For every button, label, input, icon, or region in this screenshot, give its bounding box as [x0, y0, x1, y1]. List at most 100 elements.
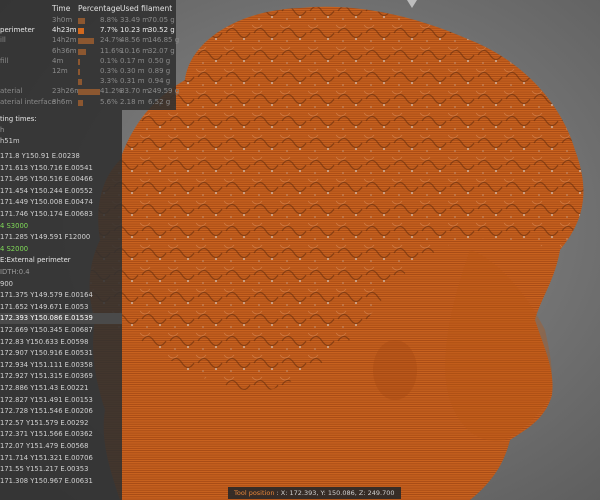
legend-row-bar: [78, 38, 94, 45]
legend-row[interactable]: ill 14h2m 24.7% 48.56 m 146.85 g: [0, 36, 180, 46]
legend-row[interactable]: 3h0m 8.8% 33.49 m 70.05 g: [0, 16, 176, 26]
legend-row[interactable]: fill 4m 0.1% 0.17 m 0.50 g: [0, 57, 176, 67]
legend-row-length: 2.18 m: [120, 97, 145, 106]
gcode-line[interactable]: 172.371 Y151.566 E.00362: [0, 429, 93, 440]
legend-row-bar: [78, 58, 81, 65]
legend-row-weight: 0.94 g: [148, 77, 171, 86]
legend-row-time: 12m: [52, 67, 68, 75]
gcode-line[interactable]: 171.375 Y149.579 E.00164: [0, 290, 93, 301]
legend-row-percentage: 0.1%: [100, 56, 118, 65]
gcode-line[interactable]: 4 S3000: [0, 221, 28, 232]
tool-position-z: Z: 249.700: [358, 489, 395, 497]
legend-row-time: 4h23m: [52, 26, 77, 35]
legend-header-percentage: Percentage: [78, 4, 121, 13]
legend-row-percentage: 7.7%: [100, 26, 118, 35]
legend-row-percentage: 8.8%: [100, 16, 118, 24]
legend-row-time: 14h2m: [52, 36, 77, 45]
legend-row-percentage: 41.2%: [100, 87, 123, 96]
legend-row-bar: [78, 69, 81, 75]
gcode-line[interactable]: 171.746 Y150.174 E.00683: [0, 209, 93, 220]
gcode-line[interactable]: 171.714 Y151.321 E.00706: [0, 453, 93, 464]
legend-row-weight: 0.89 g: [148, 67, 171, 75]
legend-row-time: 23h26m: [52, 87, 82, 96]
gcode-viewer[interactable]: ting times: h h51m 171.8 Y150.91 E.00238 171…: [0, 110, 122, 500]
legend-panel: Time Percentage Used filament 3h0m 8.8% 33.49…: [0, 0, 180, 110]
gcode-line[interactable]: 171.454 Y150.244 E.00552: [0, 186, 93, 197]
gcode-line[interactable]: 172.57 Y151.579 E.00292: [0, 418, 88, 429]
printing-time-stealth[interactable]: h51m: [0, 136, 20, 147]
printing-time-normal[interactable]: h: [0, 125, 4, 136]
gcode-line[interactable]: 172.934 Y151.111 E.00358: [0, 360, 93, 371]
gcode-line[interactable]: 172.927 Y151.315 E.00369: [0, 371, 93, 382]
legend-row-weight: 70.05 g: [148, 16, 175, 24]
gcode-line[interactable]: 171.308 Y150.967 E.00631: [0, 476, 93, 487]
gcode-line[interactable]: 171.652 Y149.671 E.0053: [0, 302, 88, 313]
gcode-line[interactable]: 172.886 Y151.43 E.00221: [0, 383, 88, 394]
legend-row-time: 4m: [52, 56, 64, 65]
gcode-line[interactable]: E:External perimeter: [0, 255, 71, 266]
legend-row-weight: 6.52 g: [148, 97, 171, 106]
legend-row-length: 33.49 m: [120, 16, 150, 24]
legend-row-weight: 32.07 g: [148, 46, 175, 55]
legend-row-length: 10.16 m: [120, 46, 150, 55]
legend-row-time: 3h0m: [52, 16, 73, 24]
legend-row-bar: [78, 89, 100, 96]
legend-row-percentage: 3.3%: [100, 77, 118, 86]
legend-row-percentage: 0.3%: [100, 67, 118, 75]
legend-row-percentage: 5.6%: [100, 97, 118, 106]
legend-row-length: 10.23 m: [120, 26, 150, 35]
legend-row[interactable]: 12m 0.3% 0.30 m 0.89 g: [0, 67, 176, 77]
gcode-line[interactable]: IDTH:0.4: [0, 267, 30, 278]
gcode-line[interactable]: 171.55 Y151.217 E.00353: [0, 464, 88, 475]
legend-row-bar: [78, 28, 85, 35]
printing-times-label-text[interactable]: ting times:: [0, 114, 37, 125]
legend-row[interactable]: aterial interface 3h6m 5.6% 2.18 m 6.52 g: [0, 98, 176, 108]
tool-marker-icon: [407, 0, 417, 8]
gcode-line-current[interactable]: 172.393 Y150.086 E.01539: [0, 313, 122, 325]
gcode-line[interactable]: 900: [0, 279, 13, 290]
legend-row-name: aterial: [0, 87, 23, 96]
legend-row-name: fill: [0, 56, 9, 65]
gcode-line[interactable]: 171.613 Y150.716 E.00541: [0, 163, 93, 174]
legend-row-weight: 30.52 g: [148, 26, 175, 35]
tool-position-x: X: 172.393,: [280, 489, 319, 497]
legend-row-length: 0.17 m: [120, 56, 145, 65]
gcode-line[interactable]: 172.728 Y151.546 E.00206: [0, 406, 93, 417]
gcode-line[interactable]: 172.907 Y150.916 E.00531: [0, 348, 93, 359]
legend-row-length: 0.31 m: [120, 77, 145, 86]
gcode-line[interactable]: 172.83 Y150.633 E.00598: [0, 337, 88, 348]
legend-row-name: aterial interface: [0, 97, 56, 106]
legend-header-time: Time: [52, 4, 71, 13]
legend-row[interactable]: 6h36m 11.6% 10.16 m 32.07 g: [0, 47, 176, 57]
gcode-line[interactable]: 172.827 Y151.491 E.00153: [0, 395, 93, 406]
gcode-line[interactable]: 172.669 Y150.345 E.00687: [0, 325, 93, 336]
gcode-line[interactable]: 4 S2000: [0, 244, 28, 255]
legend-row-bar: [78, 18, 85, 24]
legend-row-bar: [78, 99, 84, 106]
legend-header-used-filament: Used filament: [120, 4, 173, 13]
gcode-line[interactable]: 172.07 Y151.479 E.00568: [0, 441, 88, 452]
legend-row[interactable]: 3.3% 0.31 m 0.94 g: [0, 77, 176, 87]
legend-row-length: 48.56 m: [120, 36, 150, 45]
tool-position: Tool position : X: 172.393, Y: 150.086, …: [228, 487, 401, 499]
legend-row-name: perimeter: [0, 26, 35, 35]
legend-row[interactable]: perimeter 4h23m 7.7% 10.23 m 30.52 g: [0, 26, 176, 36]
legend-row-length: 0.30 m: [120, 67, 145, 75]
legend-row-percentage: 11.6%: [100, 46, 123, 55]
legend-row[interactable]: aterial 23h26m 41.2% 83.70 m 249.59 g: [0, 87, 180, 97]
legend-row-bar: [78, 79, 82, 86]
gcode-line[interactable]: 171.495 Y150.516 E.00466: [0, 174, 93, 185]
legend-row-bar: [78, 48, 87, 55]
tool-position-y: Y: 150.086,: [320, 489, 357, 497]
legend-row-time: 6h36m: [52, 46, 77, 55]
gcode-line[interactable]: 171.449 Y150.008 E.00474: [0, 197, 93, 208]
legend-row-percentage: 24.7%: [100, 36, 123, 45]
legend-row-weight: 0.50 g: [148, 56, 171, 65]
legend-row-weight: 249.59 g: [148, 87, 180, 96]
legend-row-weight: 146.85 g: [148, 36, 180, 45]
legend-row-time: 3h6m: [52, 97, 73, 106]
legend-row-length: 83.70 m: [120, 87, 150, 96]
gcode-line[interactable]: 171.285 Y149.591 F12000: [0, 232, 90, 243]
gcode-line[interactable]: 171.8 Y150.91 E.00238: [0, 151, 80, 162]
tool-position-label: Tool position: [234, 489, 275, 497]
